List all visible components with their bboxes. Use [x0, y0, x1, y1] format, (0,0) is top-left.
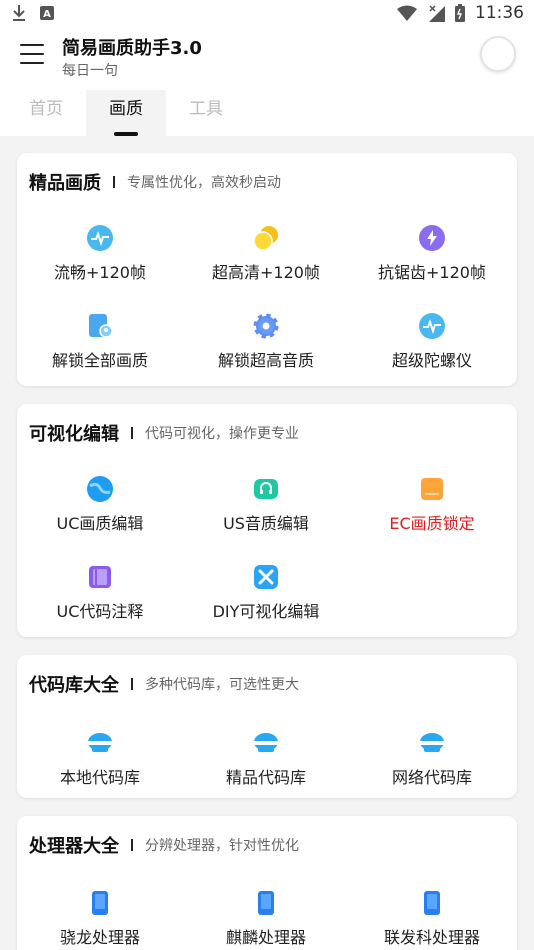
item-mediatek[interactable]: 联发科处理器: [349, 890, 515, 950]
item-label: UC代码注释: [56, 602, 144, 621]
item-unlock-hq-audio[interactable]: 解锁超高音质: [183, 313, 349, 383]
wifi-icon: [397, 5, 417, 21]
item-label: 精品代码库: [225, 768, 306, 787]
card-header: 精品画质 专属性优化，高效秒启动: [29, 169, 281, 195]
item-smooth-120[interactable]: 流畅+120帧: [17, 225, 183, 295]
card-code-library: 代码库大全 多种代码库，可选性更大 本地代码库 精品代码库 网络代码库: [17, 655, 517, 798]
tab-tools[interactable]: 工具: [166, 90, 246, 136]
divider: [131, 427, 133, 439]
item-snapdragon[interactable]: 骁龙处理器: [17, 890, 183, 950]
card-desc: 专属性优化，高效秒启动: [127, 175, 281, 191]
phone-icon: [258, 891, 274, 915]
cloud-icon: [88, 733, 112, 752]
item-label: 联发科处理器: [383, 928, 480, 947]
refresh-indicator[interactable]: [480, 36, 516, 72]
item-label: 超级陀螺仪: [391, 351, 472, 370]
divider: [131, 678, 133, 690]
gear-icon: [253, 313, 279, 339]
doc-location-icon: [89, 314, 113, 338]
item-uhd-120[interactable]: 超高清+120帧: [183, 225, 349, 295]
tab-bar: 首页 画质 工具: [0, 90, 534, 136]
menu-icon[interactable]: [20, 44, 44, 66]
item-uc-quality-edit[interactable]: UC画质编辑: [17, 476, 183, 546]
globe-icon: [87, 476, 113, 502]
item-network-library[interactable]: 网络代码库: [349, 730, 515, 798]
item-unlock-all-quality[interactable]: 解锁全部画质: [17, 313, 183, 383]
item-label: 网络代码库: [391, 768, 472, 787]
card-desc: 代码可视化，操作更专业: [145, 426, 299, 442]
phone-icon: [424, 891, 440, 915]
divider: [113, 176, 115, 188]
svg-text:A: A: [43, 9, 51, 20]
coins-icon: [253, 226, 278, 251]
book-icon: [89, 566, 111, 588]
tab-quality[interactable]: 画质: [86, 90, 166, 136]
divider: [131, 839, 133, 851]
item-diy-visual-edit[interactable]: DIY可视化编辑: [183, 564, 349, 634]
folder-icon: [421, 478, 443, 500]
item-label: 超高清+120帧: [212, 263, 320, 282]
status-bar: A 11:36: [0, 0, 534, 28]
item-super-gyro[interactable]: 超级陀螺仪: [349, 313, 515, 383]
card-title: 代码库大全: [29, 675, 119, 696]
card-header: 代码库大全 多种代码库，可选性更大: [29, 671, 299, 697]
item-kirin[interactable]: 麒麟处理器: [183, 890, 349, 950]
item-label: 本地代码库: [59, 768, 140, 787]
item-local-library[interactable]: 本地代码库: [17, 730, 183, 798]
item-ec-quality-lock[interactable]: EC画质锁定: [349, 476, 515, 546]
font-a-icon: A: [40, 6, 54, 20]
item-label: 流畅+120帧: [54, 263, 146, 282]
no-signal-icon: [429, 5, 445, 22]
item-premium-library[interactable]: 精品代码库: [183, 730, 349, 798]
item-label: EC画质锁定: [389, 514, 475, 533]
item-label: UC画质编辑: [56, 514, 144, 533]
card-desc: 分辨处理器，针对性优化: [145, 838, 299, 854]
item-label: 解锁全部画质: [51, 351, 148, 370]
item-label: US音质编辑: [223, 514, 309, 533]
card-premium-quality: 精品画质 专属性优化，高效秒启动 流畅+120帧 超高清+120帧 抗锯齿+12…: [17, 153, 517, 386]
tab-home[interactable]: 首页: [6, 90, 86, 136]
tab-indicator: [114, 132, 138, 136]
bolt-icon: [419, 225, 445, 251]
cloud-icon: [254, 733, 278, 752]
item-uc-code-comment[interactable]: UC代码注释: [17, 564, 183, 634]
cloud-icon: [420, 733, 444, 752]
headphones-icon: [254, 479, 278, 499]
download-icon: [13, 5, 25, 21]
app-subtitle: 每日一句: [62, 63, 118, 79]
battery-icon: [455, 4, 465, 22]
card-desc: 多种代码库，可选性更大: [145, 677, 299, 693]
status-time: 11:36: [475, 3, 524, 23]
item-label: 骁龙处理器: [59, 928, 140, 947]
app-title: 简易画质助手3.0: [62, 38, 202, 59]
card-header: 处理器大全 分辨处理器，针对性优化: [29, 832, 299, 858]
item-label: 抗锯齿+120帧: [378, 263, 486, 282]
tools-icon: [254, 565, 278, 589]
item-label: 解锁超高音质: [217, 351, 314, 370]
card-visual-edit: 可视化编辑 代码可视化，操作更专业 UC画质编辑 US音质编辑 EC画质锁定 U…: [17, 404, 517, 637]
card-header: 可视化编辑 代码可视化，操作更专业: [29, 420, 299, 446]
item-label: DIY可视化编辑: [212, 602, 320, 621]
phone-icon: [92, 891, 108, 915]
card-title: 处理器大全: [29, 836, 119, 857]
card-title: 精品画质: [29, 173, 101, 194]
pulse-icon: [419, 313, 445, 339]
item-antialias-120[interactable]: 抗锯齿+120帧: [349, 225, 515, 295]
app-bar: 简易画质助手3.0 每日一句: [0, 28, 534, 90]
item-label: 麒麟处理器: [225, 928, 306, 947]
pulse-icon: [87, 225, 113, 251]
item-us-audio-edit[interactable]: US音质编辑: [183, 476, 349, 546]
card-processors: 处理器大全 分辨处理器，针对性优化 骁龙处理器 麒麟处理器 联发科处理器: [17, 816, 517, 950]
card-title: 可视化编辑: [29, 424, 119, 445]
